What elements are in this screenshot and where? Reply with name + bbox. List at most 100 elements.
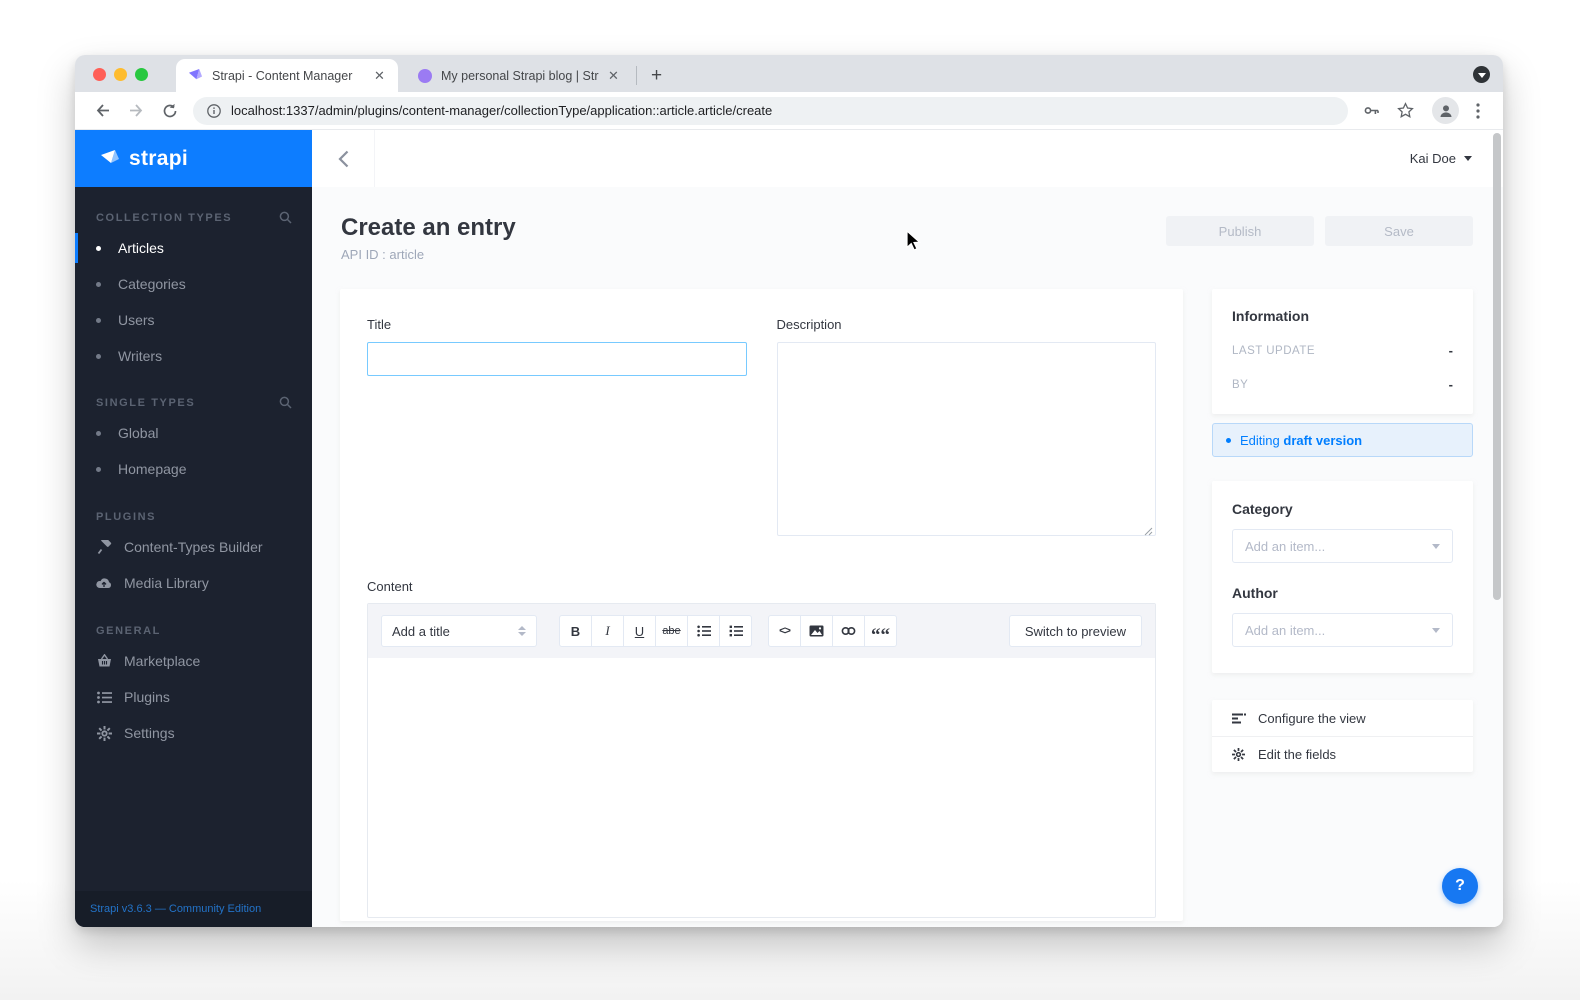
strapi-version-link[interactable]: Strapi v3.6.3 — Community Edition <box>75 891 312 927</box>
bullet-icon <box>96 245 101 251</box>
configure-view-label: Configure the view <box>1258 710 1366 726</box>
sidebar-item-label: Users <box>118 312 155 328</box>
back-button[interactable] <box>89 98 115 124</box>
chevron-down-icon <box>1432 543 1440 549</box>
section-single-types: SINGLE TYPES <box>75 374 312 415</box>
info-icon[interactable] <box>207 103 221 118</box>
wysiwyg-editor: Add a title B I U abe <> ““ Switch to pr… <box>367 603 1156 918</box>
reload-icon <box>163 103 177 117</box>
back-arrow-icon <box>96 104 109 117</box>
sidebar-item-categories[interactable]: Categories <box>75 266 312 302</box>
sidebar-item-label: Writers <box>118 348 163 364</box>
basket-icon <box>96 653 112 669</box>
search-icon[interactable] <box>279 396 292 409</box>
help-button[interactable]: ? <box>1442 868 1478 904</box>
tab-title: Strapi - Content Manager <box>212 68 353 83</box>
browser-profile-button[interactable] <box>1432 97 1459 124</box>
code-button[interactable]: <> <box>768 615 801 647</box>
bold-button[interactable]: B <box>559 615 592 647</box>
browser-tab-strip: Strapi - Content Manager ✕ My personal S… <box>75 55 1503 92</box>
page-content: Create an entry API ID : article Publish… <box>312 187 1503 927</box>
resize-grip-icon[interactable] <box>1144 527 1153 536</box>
edit-fields-link[interactable]: Edit the fields <box>1212 736 1473 772</box>
sidebar-item-settings[interactable]: Settings <box>75 715 312 751</box>
sidebar-item-media-library[interactable]: Media Library <box>75 565 312 601</box>
sidebar-item-label: Settings <box>124 725 175 741</box>
bullet-icon <box>96 430 101 436</box>
category-select[interactable]: Add an item... <box>1232 529 1453 563</box>
strapi-logo[interactable]: strapi <box>75 130 312 187</box>
sidebar-item-content-types-builder[interactable]: Content-Types Builder <box>75 529 312 565</box>
sidebar-item-users[interactable]: Users <box>75 302 312 338</box>
underline-button[interactable]: U <box>623 615 656 647</box>
key-icon <box>1364 107 1379 114</box>
sidebar-item-global[interactable]: Global <box>75 415 312 451</box>
italic-button[interactable]: I <box>591 615 624 647</box>
quote-button[interactable]: ““ <box>864 615 897 647</box>
sidebar-item-label: Articles <box>118 240 164 256</box>
forward-button[interactable] <box>123 98 149 124</box>
sidebar-item-writers[interactable]: Writers <box>75 338 312 374</box>
image-icon <box>809 625 824 637</box>
back-navigation-button[interactable] <box>312 130 375 187</box>
section-general: GENERAL <box>75 601 312 643</box>
image-button[interactable] <box>800 615 833 647</box>
stepper-arrows-icon <box>518 626 526 636</box>
user-menu[interactable]: Kai Doe <box>1410 151 1503 166</box>
relations-card: Category Add an item... Author Add an it… <box>1212 481 1473 673</box>
tab-search-button[interactable] <box>1473 66 1490 83</box>
cloud-upload-icon <box>96 575 112 591</box>
maximize-window-button[interactable] <box>135 68 148 81</box>
chevron-down-icon <box>1477 72 1486 78</box>
section-label: PLUGINS <box>96 511 157 523</box>
bullet-icon <box>96 353 101 359</box>
sidebar: strapi COLLECTION TYPES Articles Categor… <box>75 130 312 927</box>
section-plugins: PLUGINS <box>75 487 312 529</box>
right-panel: Information LAST UPDATE - BY - Editing d… <box>1212 289 1473 772</box>
publish-button[interactable]: Publish <box>1166 216 1314 246</box>
close-window-button[interactable] <box>93 68 106 81</box>
page-scrollbar[interactable] <box>1493 133 1501 600</box>
sidebar-item-label: Global <box>118 425 159 441</box>
author-select[interactable]: Add an item... <box>1232 613 1453 647</box>
editor-body[interactable] <box>368 658 1155 918</box>
sidebar-item-homepage[interactable]: Homepage <box>75 451 312 487</box>
url-bar[interactable]: localhost:1337/admin/plugins/content-man… <box>193 96 1348 125</box>
sidebar-item-label: Content-Types Builder <box>124 539 263 555</box>
menu-dots-icon <box>1476 102 1480 119</box>
sidebar-item-marketplace[interactable]: Marketplace <box>75 643 312 679</box>
heading-select[interactable]: Add a title <box>381 615 537 647</box>
minimize-window-button[interactable] <box>114 68 127 81</box>
title-input[interactable] <box>367 342 747 376</box>
entry-form-card: Title Description Content Add a title B … <box>340 289 1183 921</box>
page-title-block: Create an entry API ID : article <box>341 214 516 262</box>
sidebar-item-label: Homepage <box>118 461 187 477</box>
unordered-list-button[interactable] <box>687 615 720 647</box>
sidebar-item-label: Marketplace <box>124 653 201 669</box>
password-manager-button[interactable] <box>1358 98 1384 124</box>
configure-view-link[interactable]: Configure the view <box>1212 700 1473 736</box>
section-label: GENERAL <box>96 625 161 637</box>
new-tab-label: + <box>650 64 663 86</box>
tab-close-icon[interactable]: ✕ <box>371 67 388 84</box>
page-subtitle: API ID : article <box>341 247 425 262</box>
browser-menu-button[interactable] <box>1465 98 1491 124</box>
sidebar-item-articles[interactable]: Articles <box>75 230 312 266</box>
tab-close-icon[interactable]: ✕ <box>605 67 622 84</box>
bookmark-button[interactable] <box>1392 98 1418 124</box>
reload-button[interactable] <box>157 98 183 124</box>
search-icon[interactable] <box>279 211 292 224</box>
description-textarea[interactable] <box>776 342 1156 536</box>
browser-tab-active[interactable]: Strapi - Content Manager ✕ <box>176 59 398 92</box>
link-button[interactable] <box>832 615 865 647</box>
author-label: Author <box>1232 585 1278 601</box>
switch-to-preview-button[interactable]: Switch to preview <box>1008 615 1142 647</box>
sidebar-item-plugins[interactable]: Plugins <box>75 679 312 715</box>
browser-tab-inactive[interactable]: My personal Strapi blog | Strap ✕ <box>406 59 632 92</box>
gear-icon <box>1231 747 1246 762</box>
ordered-list-button[interactable] <box>719 615 752 647</box>
new-tab-button[interactable]: + <box>643 62 670 89</box>
title-field-label: Title <box>367 317 392 332</box>
save-button[interactable]: Save <box>1325 216 1473 246</box>
strikethrough-button[interactable]: abe <box>655 615 688 647</box>
